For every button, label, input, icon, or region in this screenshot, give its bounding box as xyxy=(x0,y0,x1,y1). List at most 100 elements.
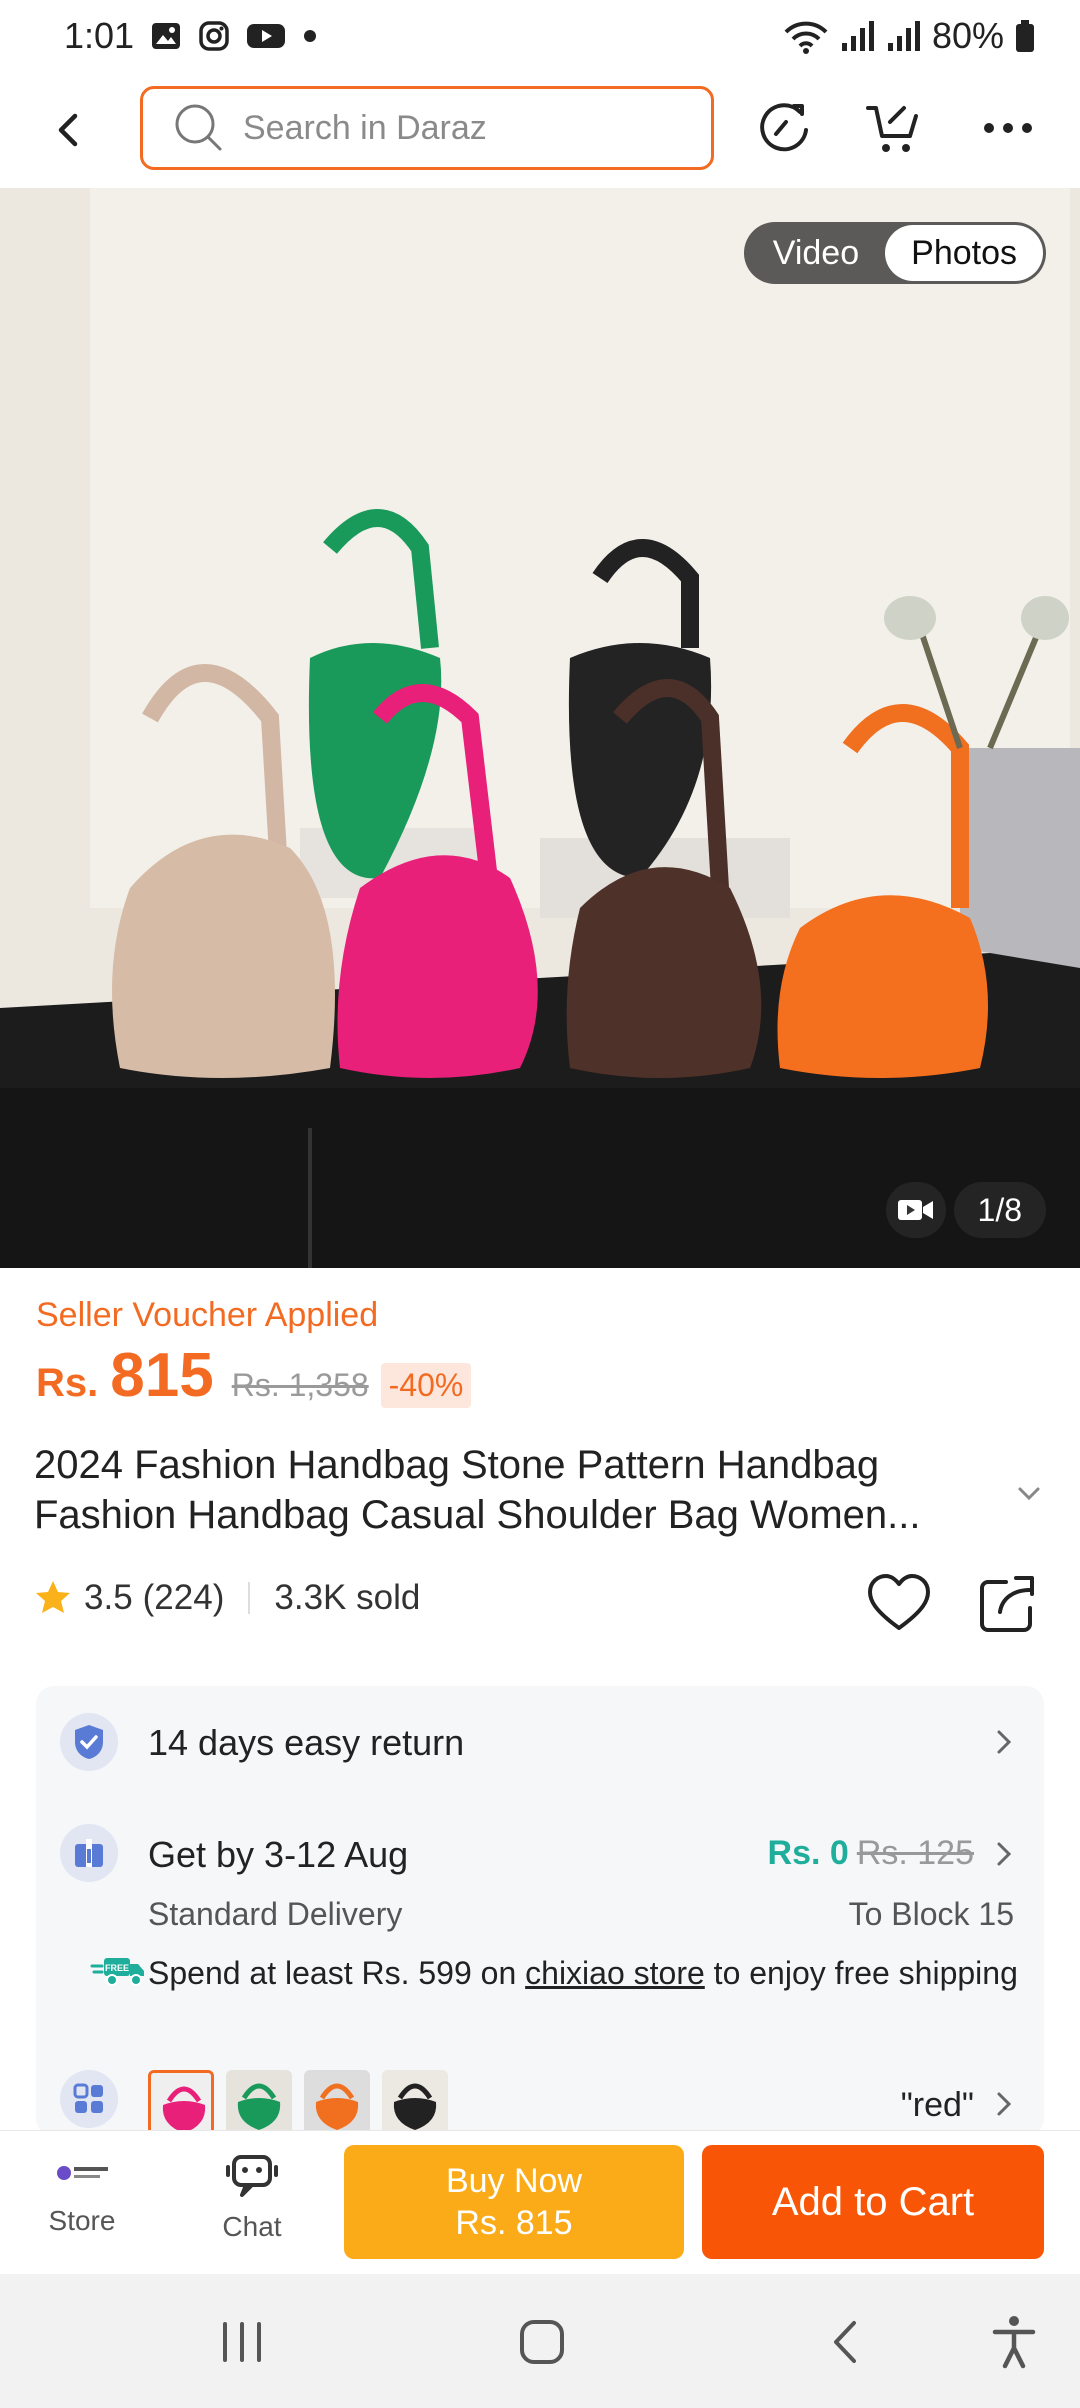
delivery-location: To Block 15 xyxy=(848,1896,1014,1932)
free-shipping-truck-icon: FREE xyxy=(90,1958,144,1986)
shipping-fee-old: Rs. 125 xyxy=(856,1834,974,1872)
refresh-button[interactable] xyxy=(748,92,820,164)
status-bar: 1:01 80% xyxy=(0,0,1080,72)
chevron-down-icon xyxy=(1018,1487,1040,1501)
variant-thumb-black[interactable] xyxy=(382,2070,448,2136)
store-label: Store xyxy=(48,2205,116,2236)
seller-voucher-label: Seller Voucher Applied xyxy=(36,1296,379,1334)
info-card: 14 days easy return Get by 3-12 Aug Rs. … xyxy=(36,1686,1044,2136)
tab-video[interactable]: Video xyxy=(747,225,885,281)
video-camera-icon xyxy=(898,1200,933,1220)
wifi-icon xyxy=(782,18,830,54)
returns-text: 14 days easy return xyxy=(148,1722,465,1763)
store-link[interactable]: chixiao store xyxy=(525,1955,705,1991)
chat-button[interactable]: Chat xyxy=(192,2153,312,2263)
share-button[interactable] xyxy=(972,1570,1042,1640)
share-icon xyxy=(980,1576,1034,1632)
action-bar: Store Chat Buy Now Rs. 815 Add to Cart xyxy=(0,2130,1080,2274)
variant-thumb-orange[interactable] xyxy=(304,2070,370,2136)
original-price: Rs. 1,358 xyxy=(231,1367,369,1403)
back-nav-button[interactable] xyxy=(808,2304,884,2380)
variant-thumb-red[interactable] xyxy=(148,2070,214,2136)
review-count: (224) xyxy=(142,1578,225,1617)
variant-icon xyxy=(60,2070,118,2128)
instagram-icon xyxy=(198,20,230,52)
accessibility-button[interactable] xyxy=(976,2304,1052,2380)
home-icon xyxy=(520,2320,564,2364)
sold-count: 3.3K sold xyxy=(274,1578,421,1617)
chevron-right-icon xyxy=(997,2092,1012,2116)
chevron-left-icon xyxy=(58,113,78,147)
cart-button[interactable] xyxy=(858,92,930,164)
price-currency: Rs. xyxy=(36,1361,99,1405)
returns-row[interactable]: 14 days easy return xyxy=(36,1686,1044,1798)
add-to-cart-button[interactable]: Add to Cart xyxy=(702,2145,1044,2259)
chevron-right-icon xyxy=(997,1730,1012,1754)
accessibility-icon xyxy=(992,2316,1036,2369)
delivery-date: Get by 3-12 Aug xyxy=(148,1834,409,1875)
recent-apps-icon xyxy=(223,2322,261,2362)
shipping-fee: Rs. 0 Rs. 125 xyxy=(768,1834,974,1873)
battery-percent: 80% xyxy=(931,15,1004,56)
rating-score: 3.5 xyxy=(84,1578,133,1617)
promo-text: Spend at least Rs. 599 on xyxy=(148,1955,526,1991)
signal-icon xyxy=(886,19,922,53)
shield-icon xyxy=(60,1713,118,1771)
variant-thumb-green[interactable] xyxy=(226,2070,292,2136)
top-nav: Search in Daraz xyxy=(0,72,1080,188)
chat-label: Chat xyxy=(222,2211,282,2242)
system-nav-bar xyxy=(0,2274,1080,2408)
store-button[interactable]: Store xyxy=(22,2153,142,2263)
search-input[interactable]: Search in Daraz xyxy=(140,86,714,170)
wishlist-button[interactable] xyxy=(864,1570,934,1640)
search-placeholder: Search in Daraz xyxy=(243,108,487,147)
image-counter: 1/8 xyxy=(953,1182,1046,1238)
more-dots-icon xyxy=(984,123,1032,133)
media-toggle: Video Photos xyxy=(743,222,1046,284)
heart-icon xyxy=(868,1574,930,1630)
back-button[interactable] xyxy=(34,95,104,165)
back-nav-icon xyxy=(834,2321,856,2363)
price-row: Rs. 815 Rs. 1,358 -40% xyxy=(36,1340,472,1411)
product-image-carousel[interactable]: Video Photos 1/8 xyxy=(0,188,1080,1268)
buy-now-price: Rs. 815 xyxy=(455,2204,573,2242)
battery-icon xyxy=(1014,19,1036,53)
discount-badge: -40% xyxy=(380,1363,472,1408)
price-value: 815 xyxy=(110,1341,214,1410)
chat-icon xyxy=(226,2155,278,2197)
recent-apps-button[interactable] xyxy=(204,2304,280,2380)
rating-row[interactable]: 3.5 (224) 3.3K sold xyxy=(34,1578,420,1618)
buy-now-button[interactable]: Buy Now Rs. 815 xyxy=(344,2145,684,2259)
delivery-type: Standard Delivery xyxy=(148,1896,403,1932)
package-icon xyxy=(60,1824,118,1882)
product-title-line: Fashion Handbag Casual Shoulder Bag Wome… xyxy=(34,1493,921,1537)
status-time: 1:01 xyxy=(64,15,135,56)
home-button[interactable] xyxy=(504,2304,580,2380)
buy-now-label: Buy Now xyxy=(445,2162,583,2200)
divider xyxy=(248,1582,251,1614)
shipping-fee-now: Rs. 0 xyxy=(767,1834,849,1872)
video-button[interactable] xyxy=(886,1182,946,1238)
promo-text: to enjoy free shipping xyxy=(704,1955,1018,1991)
product-title-line: 2024 Fashion Handbag Stone Pattern Handb… xyxy=(34,1443,880,1487)
store-logo xyxy=(57,2166,108,2180)
refresh-icon xyxy=(760,103,808,152)
gallery-icon xyxy=(150,20,182,52)
dot-icon xyxy=(302,28,318,44)
search-icon xyxy=(175,104,222,151)
product-photo xyxy=(0,188,1080,1268)
delivery-row[interactable]: Get by 3-12 Aug Rs. 0 Rs. 125 Standard D… xyxy=(36,1798,1044,2048)
selected-variant[interactable]: "red" xyxy=(901,2086,974,2125)
free-shipping-promo: Spend at least Rs. 599 on chixiao store … xyxy=(148,1956,1028,1990)
cart-icon xyxy=(866,106,918,152)
variant-thumbnails xyxy=(148,2070,448,2136)
more-options-button[interactable] xyxy=(972,92,1044,164)
chevron-right-icon xyxy=(997,1842,1012,1866)
star-icon xyxy=(36,1581,70,1613)
signal-icon xyxy=(840,19,876,53)
free-badge-text: FREE xyxy=(105,1963,129,1973)
tab-photos[interactable]: Photos xyxy=(885,225,1043,281)
product-title[interactable]: 2024 Fashion Handbag Stone Pattern Handb… xyxy=(34,1440,1014,1540)
youtube-icon xyxy=(246,20,286,52)
expand-title-button[interactable] xyxy=(1014,1478,1044,1508)
